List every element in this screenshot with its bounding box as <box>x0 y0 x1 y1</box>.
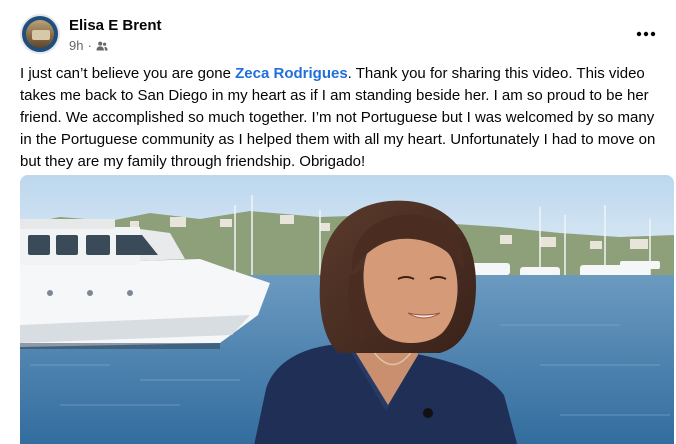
meta-separator: · <box>87 38 92 53</box>
facebook-post: Elisa E Brent 9h · I just can’t believe <box>0 0 676 444</box>
video-thumbnail[interactable] <box>20 175 674 444</box>
friends-icon[interactable] <box>96 40 108 52</box>
more-options-button[interactable] <box>630 18 662 50</box>
mention-link[interactable]: Zeca Rodrigues <box>235 65 348 82</box>
author-name[interactable]: Elisa E Brent <box>69 17 162 34</box>
post-text-before: I just can’t believe you are gone <box>20 65 236 82</box>
post-meta: 9h · <box>69 38 108 53</box>
more-options-icon <box>636 31 656 37</box>
post-timestamp[interactable]: 9h <box>69 38 83 53</box>
author-avatar[interactable] <box>20 14 60 54</box>
video-frame-image <box>20 175 674 444</box>
post-header: Elisa E Brent 9h · <box>20 14 662 56</box>
post-message: I just can’t believe you are gone Zeca R… <box>20 63 670 173</box>
avatar-image <box>26 20 54 48</box>
